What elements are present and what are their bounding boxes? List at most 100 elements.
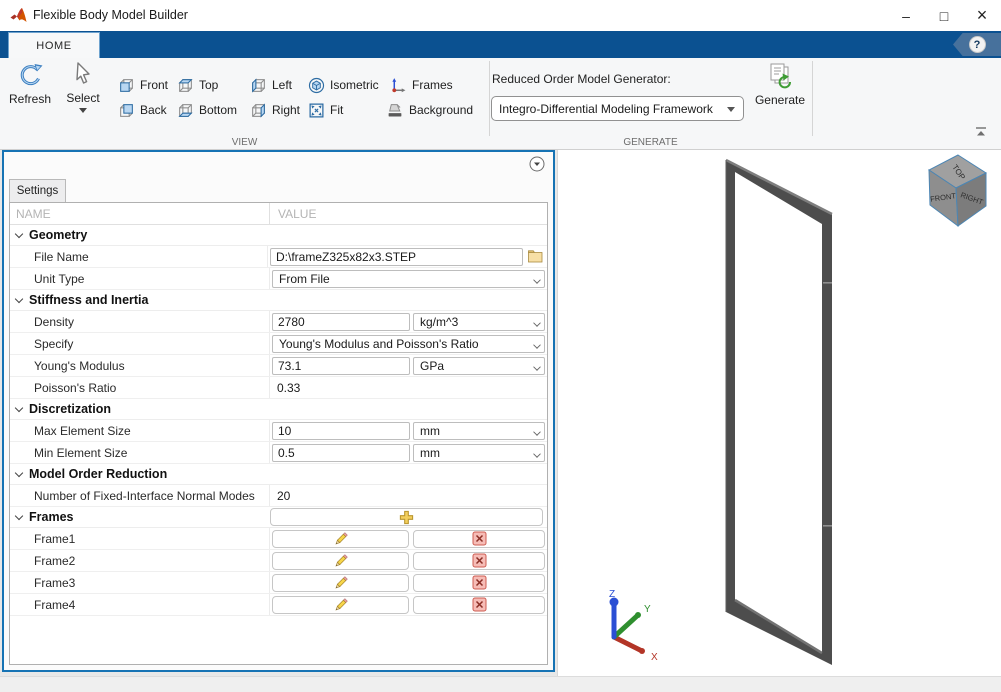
view-isometric-button[interactable]: Isometric (308, 74, 379, 96)
edit-frame1-button[interactable] (272, 530, 409, 548)
help-button[interactable]: ? (953, 33, 1001, 56)
close-button[interactable]: × (963, 0, 1001, 31)
edit-frame2-button[interactable] (272, 552, 409, 570)
density-unit-dropdown[interactable]: kg/m^3 (413, 313, 545, 331)
view-back-button[interactable]: Back (118, 99, 167, 121)
help-icon: ? (969, 36, 986, 53)
ribbon-tab-bar: HOME ? (0, 31, 1001, 58)
table-row-frame1: Frame1 (10, 528, 547, 550)
generate-icon (766, 62, 794, 90)
cube-bottom-icon (177, 102, 194, 119)
view-front-button[interactable]: Front (118, 74, 168, 96)
section-row-frames[interactable]: Frames (10, 507, 547, 528)
unit-type-dropdown[interactable]: From File (272, 270, 545, 288)
view-fit-button[interactable]: Fit (308, 99, 343, 121)
delete-frame3-button[interactable] (413, 574, 545, 592)
rom-generator-label: Reduced Order Model Generator: (492, 72, 671, 86)
delete-icon (472, 597, 487, 612)
axis-y-label: Y (644, 604, 651, 615)
chevron-down-icon (533, 363, 541, 371)
section-row-model-order-reduction[interactable]: Model Order Reduction (10, 464, 547, 485)
view-cube[interactable]: TOP FRONT RIGHT (929, 155, 986, 226)
density-input[interactable] (272, 313, 410, 331)
table-row-frame3: Frame3 (10, 572, 547, 594)
chevron-down-icon (533, 450, 541, 458)
delete-icon (472, 553, 487, 568)
edit-pencil-icon (333, 531, 349, 547)
chevron-down-icon (15, 468, 23, 476)
model-viewport[interactable]: TOP FRONT RIGHT X Y Z (557, 150, 1001, 676)
table-row-frame4: Frame4 (10, 594, 547, 616)
cube-front-icon (118, 77, 135, 94)
generate-button[interactable]: Generate (752, 62, 808, 107)
youngs-modulus-input[interactable] (272, 357, 410, 375)
min-element-size-input[interactable] (272, 444, 410, 462)
view-top-button[interactable]: Top (177, 74, 218, 96)
file-name-input[interactable] (270, 248, 523, 266)
view-right-button[interactable]: Right (250, 99, 300, 121)
axis-z-label: Z (609, 589, 615, 600)
min-element-unit-dropdown[interactable]: mm (413, 444, 545, 462)
table-row-file-name: File Name (10, 246, 547, 268)
cube-right-icon (250, 102, 267, 119)
property-table: NAME VALUE Geometry File Name (9, 202, 548, 665)
delete-frame1-button[interactable] (413, 530, 545, 548)
table-row-normal-modes: Number of Fixed-Interface Normal Modes 2… (10, 485, 547, 507)
settings-panel: Settings NAME VALUE Geometry File Name (2, 150, 555, 672)
delete-frame2-button[interactable] (413, 552, 545, 570)
normal-modes-value[interactable]: 20 (272, 489, 290, 503)
viewport-scene: TOP FRONT RIGHT X Y Z (558, 150, 1001, 676)
view-section-label: VIEW (0, 137, 489, 148)
poissons-ratio-value[interactable]: 0.33 (272, 381, 300, 395)
max-element-unit-dropdown[interactable]: mm (413, 422, 545, 440)
matlab-logo-icon (10, 7, 27, 24)
refresh-button[interactable]: Refresh (8, 62, 52, 106)
cube-left-icon (250, 77, 267, 94)
maximize-button[interactable]: □ (925, 0, 963, 31)
table-row-unit-type: Unit Type From File (10, 268, 547, 290)
chevron-down-icon (533, 428, 541, 436)
specify-dropdown[interactable]: Young's Modulus and Poisson's Ratio (272, 335, 545, 353)
browse-file-button[interactable] (525, 248, 545, 266)
section-row-geometry[interactable]: Geometry (10, 225, 547, 246)
edit-pencil-icon (333, 597, 349, 613)
panel-collapse-button[interactable] (529, 156, 545, 172)
delete-icon (472, 531, 487, 546)
column-header-name: NAME (10, 203, 270, 224)
edit-pencil-icon (333, 575, 349, 591)
select-button[interactable]: Select (60, 62, 106, 113)
max-element-size-input[interactable] (272, 422, 410, 440)
edit-frame3-button[interactable] (272, 574, 409, 592)
tab-settings[interactable]: Settings (9, 179, 66, 202)
fit-icon (308, 102, 325, 119)
table-row-frame2: Frame2 (10, 550, 547, 572)
section-row-discretization[interactable]: Discretization (10, 399, 547, 420)
table-row-youngs-modulus: Young's Modulus GPa (10, 355, 547, 377)
title-bar: Flexible Body Model Builder – □ × (0, 0, 1001, 31)
add-frame-button[interactable] (270, 508, 543, 526)
generate-section-label: GENERATE (489, 137, 812, 148)
edit-frame4-button[interactable] (272, 596, 409, 614)
add-icon (399, 510, 414, 525)
view-frames-button[interactable]: Frames (389, 74, 453, 96)
edit-pencil-icon (333, 553, 349, 569)
view-background-button[interactable]: Background (386, 99, 473, 121)
column-header-value: VALUE (270, 203, 547, 224)
table-row-density: Density kg/m^3 (10, 311, 547, 333)
view-left-button[interactable]: Left (250, 74, 292, 96)
view-bottom-button[interactable]: Bottom (177, 99, 237, 121)
folder-icon (527, 249, 544, 264)
isometric-icon (308, 77, 325, 94)
select-cursor-icon (71, 62, 95, 88)
chevron-down-icon (533, 319, 541, 327)
section-row-stiffness[interactable]: Stiffness and Inertia (10, 290, 547, 311)
rom-generator-dropdown[interactable]: Integro-Differential Modeling Framework (491, 96, 744, 121)
delete-frame4-button[interactable] (413, 596, 545, 614)
minimize-button[interactable]: – (887, 0, 925, 31)
youngs-modulus-unit-dropdown[interactable]: GPa (413, 357, 545, 375)
tab-home[interactable]: HOME (8, 32, 100, 58)
chevron-down-icon (15, 294, 23, 302)
window-controls: – □ × (887, 0, 1001, 31)
delete-icon (472, 575, 487, 590)
axes-triad: X Y Z (609, 589, 658, 663)
